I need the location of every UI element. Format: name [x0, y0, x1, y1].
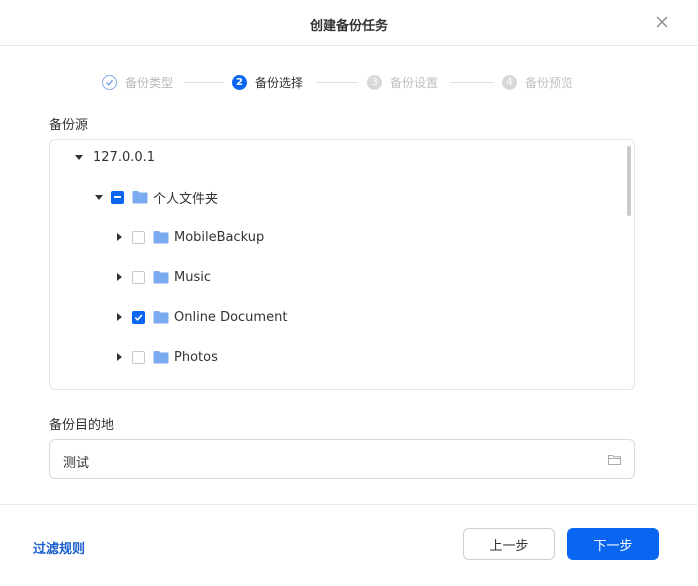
tree-node-photos[interactable]: Photos [117, 347, 218, 367]
folder-icon [153, 311, 169, 324]
check-icon [102, 74, 117, 90]
collapse-arrow-icon[interactable] [117, 353, 122, 361]
folder-icon [153, 231, 169, 244]
step-3-label: 备份设置 [390, 75, 439, 90]
source-label: 备份源 [49, 118, 89, 133]
close-icon [656, 16, 668, 28]
tree-node-partial [136, 385, 175, 389]
step-2-number: 2 [232, 74, 247, 90]
tree-node-online-document[interactable]: Online Document [117, 307, 287, 327]
destination-field[interactable]: 测试 [49, 439, 635, 479]
checkbox[interactable] [132, 270, 145, 284]
checkbox[interactable] [132, 350, 145, 364]
destination-value: 测试 [63, 456, 90, 471]
tree-node-label: Music [174, 269, 211, 285]
collapse-arrow-icon[interactable] [117, 273, 122, 281]
filter-rules-link[interactable]: 过滤规则 [33, 538, 85, 557]
tree-node-label: 127.0.0.1 [93, 149, 156, 165]
check-icon [134, 313, 143, 321]
tree-node-label: MobileBackup [174, 229, 265, 245]
dialog-title: 创建备份任务 [309, 19, 388, 34]
checkbox[interactable] [132, 230, 145, 244]
step-1-label: 备份类型 [125, 75, 174, 90]
expand-arrow-icon[interactable] [75, 154, 83, 160]
collapse-arrow-icon[interactable] [117, 233, 122, 241]
dialog-footer: 过滤规则 上一步 下一步 [0, 504, 698, 586]
step-4: 4 备份预览 [502, 72, 573, 92]
folder-outline-icon[interactable] [608, 454, 621, 465]
step-connector [184, 82, 224, 83]
create-backup-dialog: 创建备份任务 备份类型 2 备份选择 3 备份设置 4 备份预览 备份源 127… [0, 0, 698, 586]
step-indicator: 备份类型 2 备份选择 3 备份设置 4 备份预览 [100, 72, 600, 92]
tree-node-label: 个人文件夹 [153, 191, 219, 207]
folder-icon [153, 351, 169, 364]
tree-scrollbar[interactable] [627, 146, 631, 216]
tree-node-label: Online Document [174, 309, 288, 325]
folder-icon [132, 191, 148, 204]
step-connector [316, 82, 358, 83]
step-2-label: 备份选择 [255, 75, 304, 90]
collapse-arrow-icon[interactable] [117, 313, 122, 321]
partial-checkbox[interactable] [111, 190, 124, 204]
prev-step-button[interactable]: 上一步 [463, 528, 555, 560]
tree-node-personal-folder[interactable]: 个人文件夹 [95, 187, 218, 207]
expand-arrow-icon[interactable] [95, 194, 103, 200]
tree-node-label: Photos [174, 349, 218, 365]
next-step-button[interactable]: 下一步 [567, 528, 659, 560]
tree-node-mobilebackup[interactable]: MobileBackup [117, 227, 264, 247]
step-4-number: 4 [502, 74, 517, 90]
step-connector [450, 82, 494, 83]
step-3: 3 备份设置 [367, 72, 438, 92]
close-button[interactable] [654, 14, 670, 30]
step-1: 备份类型 [102, 72, 173, 92]
destination-label: 备份目的地 [49, 418, 115, 433]
checked-checkbox[interactable] [132, 310, 145, 324]
tree-node-root[interactable]: 127.0.0.1 [75, 147, 155, 167]
step-4-label: 备份预览 [525, 75, 574, 90]
step-2: 2 备份选择 [232, 72, 303, 92]
step-3-number: 3 [367, 74, 382, 90]
tree-node-music[interactable]: Music [117, 267, 211, 287]
folder-icon [153, 271, 169, 284]
source-tree[interactable]: 127.0.0.1 个人文件夹 MobileBackup Music Onlin… [49, 139, 635, 390]
dialog-header: 创建备份任务 [0, 0, 698, 46]
